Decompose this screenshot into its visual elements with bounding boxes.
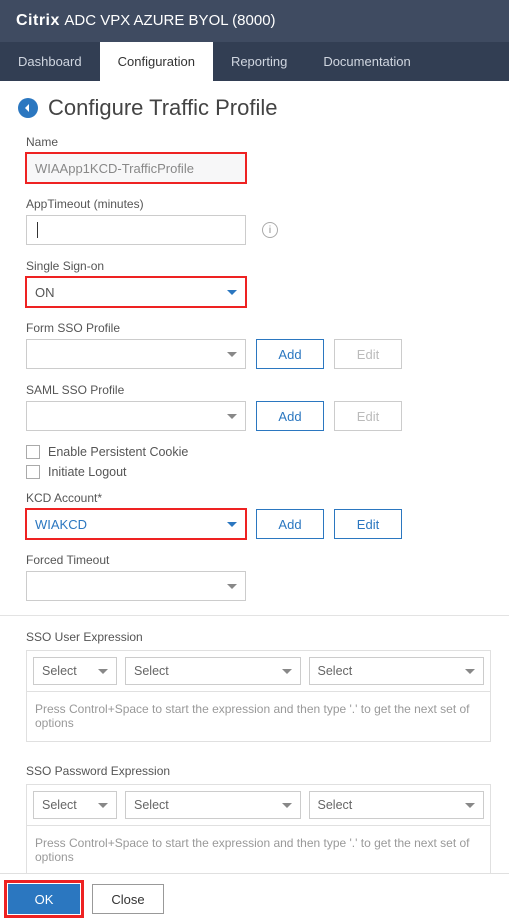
persistent-cookie-label: Enable Persistent Cookie [48,445,188,459]
sso-user-expr-builder: Select Select Select [26,650,491,692]
app-header: Citrix ADC VPX AZURE BYOL (8000) [0,0,509,42]
kcd-value: WIAKCD [35,517,87,532]
sso-pass-expr-select-3[interactable]: Select [309,791,485,819]
main-tabs: Dashboard Configuration Reporting Docume… [0,42,509,81]
formsso-select[interactable] [26,339,246,369]
apptimeout-label: AppTimeout (minutes) [26,197,491,211]
sso-pass-expr-select-2[interactable]: Select [125,791,301,819]
forced-timeout-select[interactable] [26,571,246,601]
apptimeout-input[interactable] [26,215,246,245]
sso-select[interactable]: ON [26,277,246,307]
info-icon[interactable]: i [262,222,278,238]
formsso-edit-button: Edit [334,339,402,369]
back-button[interactable] [18,98,38,118]
footer-actions: OK Close [0,873,509,924]
kcd-select[interactable]: WIAKCD [26,509,246,539]
chevron-down-icon [465,669,475,674]
chevron-down-icon [465,803,475,808]
ok-button[interactable]: OK [8,884,80,914]
brand-name: Citrix [16,12,60,29]
sso-value: ON [35,285,55,300]
sso-pass-expr-builder: Select Select Select [26,784,491,826]
name-label: Name [26,135,491,149]
chevron-down-icon [227,584,237,589]
sso-user-expr-select-1[interactable]: Select [33,657,117,685]
chevron-down-icon [282,803,292,808]
formsso-label: Form SSO Profile [26,321,491,335]
sso-pass-expr-select-1[interactable]: Select [33,791,117,819]
sso-user-expr-label: SSO User Expression [26,630,491,644]
sso-label: Single Sign-on [26,259,491,273]
name-input[interactable] [26,153,246,183]
sso-user-expr-select-3[interactable]: Select [309,657,485,685]
forced-timeout-label: Forced Timeout [26,553,491,567]
page-title: Configure Traffic Profile [48,95,277,121]
divider [0,615,509,616]
samlsso-add-button[interactable]: Add [256,401,324,431]
tab-configuration[interactable]: Configuration [100,42,213,81]
chevron-down-icon [227,414,237,419]
initiate-logout-label: Initiate Logout [48,465,127,479]
sso-user-expr-select-2[interactable]: Select [125,657,301,685]
persistent-cookie-checkbox[interactable] [26,445,40,459]
samlsso-select[interactable] [26,401,246,431]
chevron-down-icon [282,669,292,674]
samlsso-edit-button: Edit [334,401,402,431]
tab-reporting[interactable]: Reporting [213,42,305,81]
kcd-edit-button[interactable]: Edit [334,509,402,539]
kcd-label: KCD Account* [26,491,491,505]
sso-pass-expr-hint[interactable]: Press Control+Space to start the express… [26,826,491,876]
arrow-left-icon [23,103,33,113]
initiate-logout-checkbox[interactable] [26,465,40,479]
samlsso-label: SAML SSO Profile [26,383,491,397]
sso-pass-expr-label: SSO Password Expression [26,764,491,778]
close-button[interactable]: Close [92,884,164,914]
tab-dashboard[interactable]: Dashboard [0,42,100,81]
sso-user-expr-hint[interactable]: Press Control+Space to start the express… [26,692,491,742]
chevron-down-icon [98,803,108,808]
chevron-down-icon [227,290,237,295]
chevron-down-icon [98,669,108,674]
chevron-down-icon [227,352,237,357]
chevron-down-icon [227,522,237,527]
tab-documentation[interactable]: Documentation [305,42,428,81]
kcd-add-button[interactable]: Add [256,509,324,539]
product-name: ADC VPX AZURE BYOL (8000) [64,12,275,29]
formsso-add-button[interactable]: Add [256,339,324,369]
